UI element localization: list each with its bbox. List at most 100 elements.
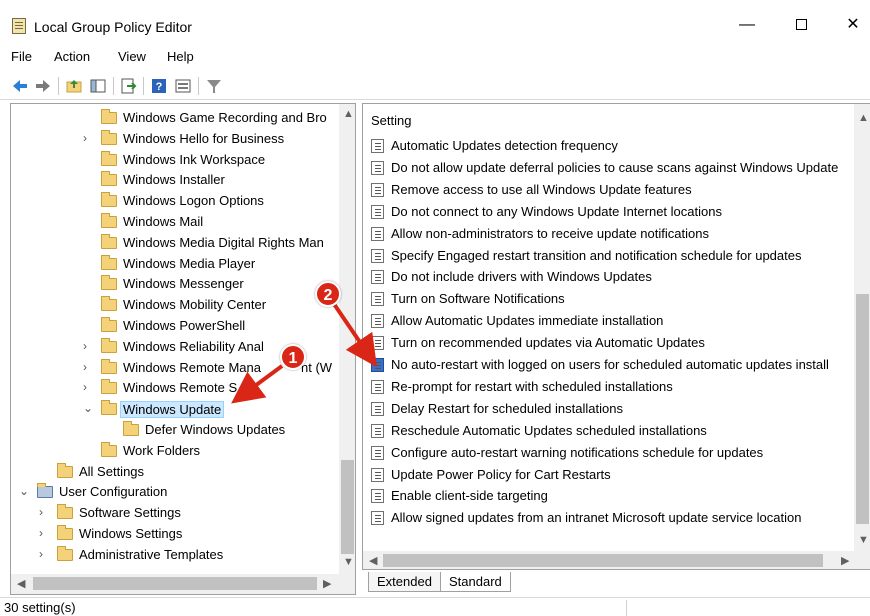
expand-chevron-icon[interactable]: › [39,547,43,561]
tree-item[interactable]: › Windows Hello for Business [83,129,331,149]
scrollbar-thumb[interactable] [383,554,823,567]
setting-row[interactable]: Turn on Software Notifications [369,288,859,310]
setting-row[interactable]: Automatic Updates detection frequency [369,135,859,157]
setting-row[interactable]: Re-prompt for restart with scheduled ins… [369,376,859,398]
settings-pane[interactable]: Setting Automatic Updates detection freq… [362,103,870,570]
expand-chevron-icon[interactable]: › [39,526,43,540]
properties-view-icon[interactable] [173,76,193,96]
tree-item[interactable]: Defer Windows Updates [105,420,331,440]
scroll-down-arrow-icon[interactable]: ▼ [343,556,354,568]
setting-row[interactable]: Do not allow update deferral policies to… [369,157,859,179]
tree-item[interactable]: Windows Logon Options [83,191,331,211]
collapse-chevron-icon[interactable]: ⌄ [83,401,93,415]
setting-row[interactable]: Configure auto-restart warning notificat… [369,442,859,464]
scroll-right-arrow-icon[interactable]: ▶ [323,577,331,590]
scrollbar-thumb[interactable] [856,294,869,524]
tab-standard[interactable]: Standard [440,572,511,592]
setting-row[interactable]: Delay Restart for scheduled installation… [369,398,859,420]
expand-chevron-icon[interactable]: › [83,131,87,145]
setting-row[interactable]: Enable client-side targeting [369,485,859,507]
setting-row[interactable]: Do not include drivers with Windows Upda… [369,266,859,288]
setting-row[interactable]: No auto-restart with logged on users for… [369,354,859,376]
folder-icon [101,192,117,208]
tree-item[interactable]: Windows Media Player [83,254,331,274]
scrollbar-thumb[interactable] [33,577,317,590]
setting-row[interactable]: Allow Automatic Updates immediate instal… [369,310,859,332]
expand-chevron-icon[interactable]: › [83,380,87,394]
settings-vertical-scrollbar[interactable]: ▲ ▼ [854,104,870,551]
tree-item[interactable]: › Windows Remote S [83,378,331,398]
scrollbar-thumb[interactable] [341,460,354,554]
tree-item[interactable]: All Settings [39,462,331,482]
tree-pane[interactable]: Windows Game Recording and Bro › Windows H… [10,103,356,595]
show-hide-tree-icon[interactable] [88,76,108,96]
menu-view[interactable]: View [118,49,146,64]
scroll-up-arrow-icon[interactable]: ▲ [858,112,869,124]
scroll-down-arrow-icon[interactable]: ▼ [858,534,869,546]
tree-item[interactable]: Windows Ink Workspace [83,150,331,170]
minimize-button[interactable]: — [724,10,770,40]
folder-icon [101,213,117,228]
forward-arrow-icon[interactable] [33,76,53,96]
tree-item-label: Windows Messenger [123,276,244,292]
folder-icon [101,296,117,312]
expand-chevron-icon[interactable]: › [83,339,87,353]
setting-row[interactable]: Allow non-administrators to receive upda… [369,223,859,245]
back-arrow-icon[interactable] [10,76,30,96]
expand-chevron-icon[interactable]: › [83,360,87,374]
setting-row[interactable]: Turn on recommended updates via Automati… [369,332,859,354]
close-button[interactable]: ✕ [830,10,870,40]
setting-label: Do not include drivers with Windows Upda… [391,269,652,285]
tree-item[interactable]: Work Folders [83,441,331,461]
export-list-icon[interactable] [118,76,138,96]
tree-item[interactable]: Windows Mobility Center [83,295,331,315]
tree-item-label: All Settings [79,463,145,479]
tree-item[interactable]: Windows PowerShell [83,316,331,336]
scroll-up-arrow-icon[interactable]: ▲ [343,108,354,120]
maximize-button[interactable] [778,10,824,40]
collapse-chevron-icon[interactable]: ⌄ [19,484,29,498]
policy-setting-icon [371,292,384,307]
all-settings-icon [57,462,73,478]
setting-row[interactable]: Specify Engaged restart transition and n… [369,245,859,267]
menu-file[interactable]: File [11,49,32,64]
menu-action[interactable]: Action [54,49,90,64]
tree-item[interactable]: Windows Media Digital Rights Man [83,233,331,253]
tree-item-label: Windows Mobility Center [123,297,267,313]
scroll-right-arrow-icon[interactable]: ▶ [841,554,849,567]
tree-item-label: Windows PowerShell [123,318,246,333]
setting-label: Delay Restart for scheduled installation… [391,400,623,416]
tree-item-label: Work Folders [123,442,201,458]
scroll-left-arrow-icon[interactable]: ◀ [369,554,377,567]
tree-item[interactable]: Windows Game Recording and Bro [83,108,331,128]
setting-column-header[interactable]: Setting [371,113,411,128]
maximize-icon [795,19,807,31]
expand-chevron-icon[interactable]: › [39,505,43,519]
tree-item[interactable]: › Windows Settings [39,524,331,544]
tree-item[interactable]: Windows Installer [83,170,331,190]
setting-row[interactable]: Do not connect to any Windows Update Int… [369,201,859,223]
tree-horizontal-scrollbar[interactable]: ◀ ▶ [11,574,355,594]
settings-horizontal-scrollbar[interactable]: ◀ ▶ [363,551,870,569]
tab-extended[interactable]: Extended [368,572,441,592]
setting-row[interactable]: Allow signed updates from an intranet Mi… [369,507,859,529]
menu-help[interactable]: Help [167,49,194,64]
tree-item[interactable]: ⌄ Windows Update [83,399,331,419]
tree-vertical-scrollbar[interactable]: ▲ ▼ [339,104,355,574]
up-folder-icon[interactable] [64,76,84,96]
setting-row[interactable]: Reschedule Automatic Updates scheduled i… [369,420,859,442]
filter-icon[interactable] [204,76,224,96]
setting-label: Turn on recommended updates via Automati… [391,335,705,351]
tree-item-label: Windows Hello for Business [123,130,285,146]
tree-item-label: Windows Installer [123,172,225,188]
tree-item[interactable]: › Software Settings [39,503,331,523]
scroll-left-arrow-icon[interactable]: ◀ [17,577,25,590]
tree-item[interactable]: Windows Mail [83,212,331,232]
tree-item[interactable]: ⌄ User Configuration [19,482,331,502]
tree-item[interactable]: › Administrative Templates [39,545,331,565]
help-icon[interactable]: ? [149,76,169,96]
setting-row[interactable]: Update Power Policy for Cart Restarts [369,464,859,486]
setting-row[interactable]: Remove access to use all Windows Update … [369,179,859,201]
tree-item[interactable]: Windows Messenger [83,274,331,294]
svg-text:?: ? [156,81,163,93]
